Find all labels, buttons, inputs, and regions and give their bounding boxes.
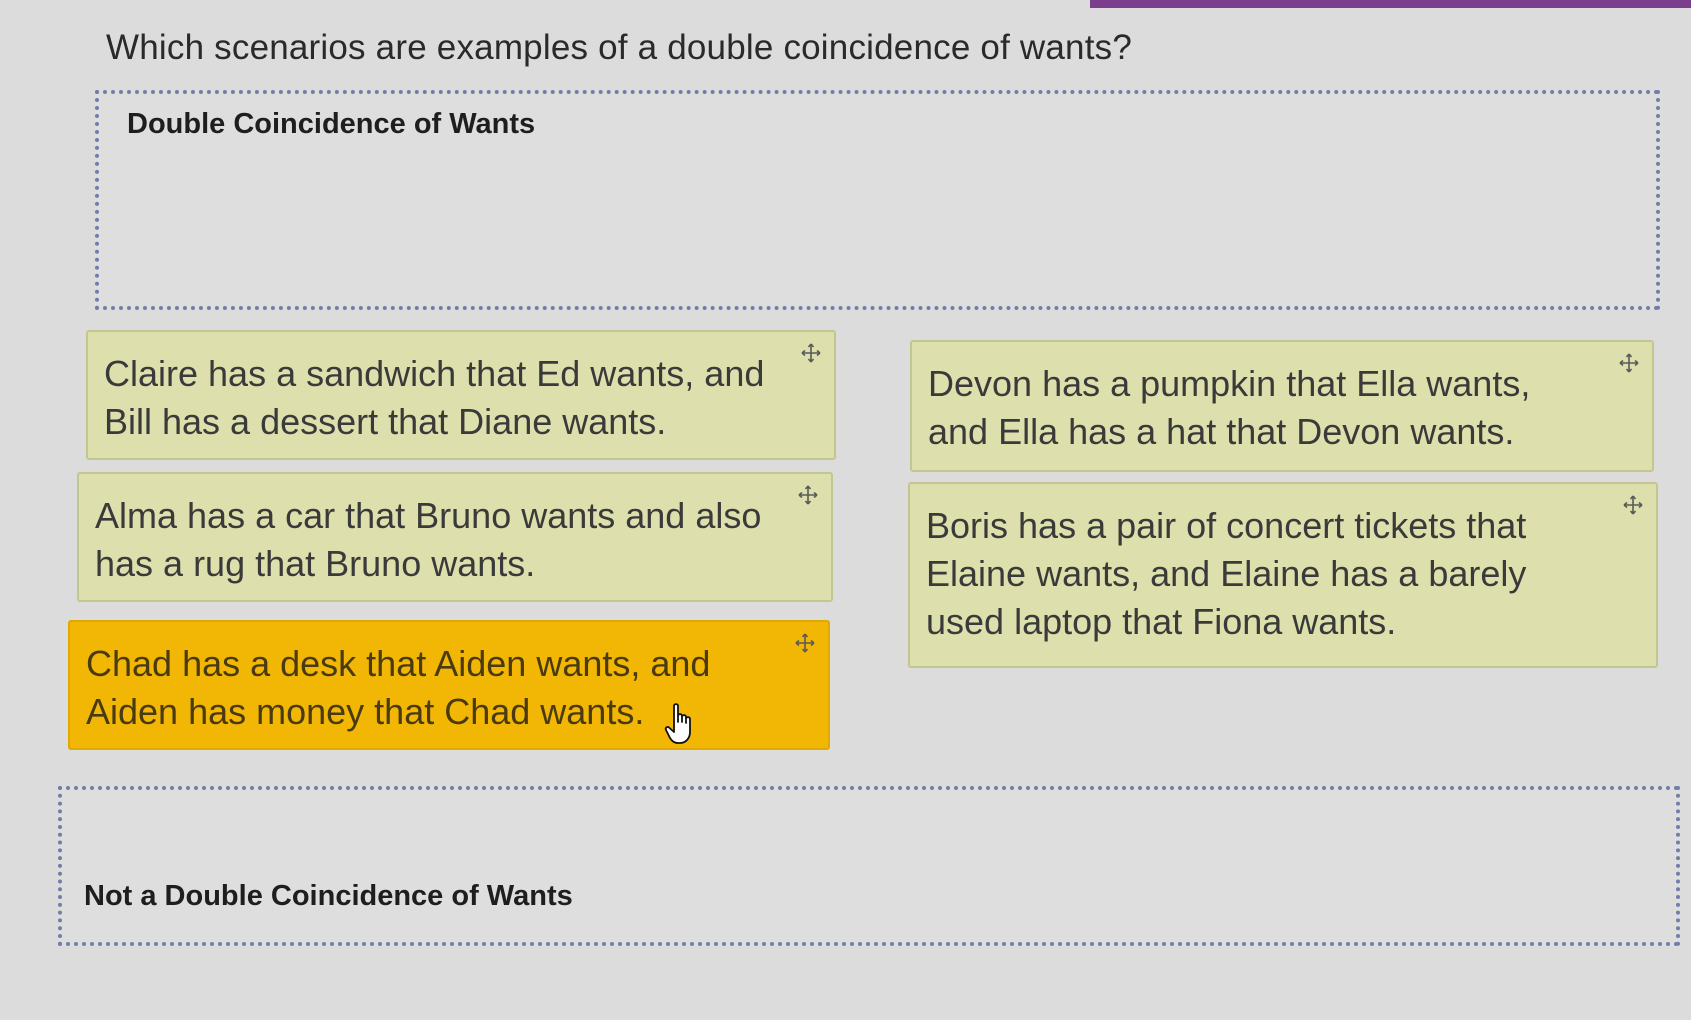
hand-pointer-icon bbox=[664, 702, 698, 746]
answer-card-grabbed[interactable]: Chad has a desk that Aiden wants, and Ai… bbox=[68, 620, 830, 750]
answer-card-text: Chad has a desk that Aiden wants, and Ai… bbox=[86, 643, 711, 732]
answer-card[interactable]: Devon has a pumpkin that Ella wants, and… bbox=[910, 340, 1654, 472]
move-icon[interactable] bbox=[800, 342, 822, 364]
answer-card-text: Alma has a car that Bruno wants and also… bbox=[95, 495, 762, 584]
answer-card[interactable]: Claire has a sandwich that Ed wants, and… bbox=[86, 330, 836, 460]
answer-card-text: Claire has a sandwich that Ed wants, and… bbox=[104, 353, 765, 442]
answer-card-text: Devon has a pumpkin that Ella wants, and… bbox=[928, 363, 1531, 452]
dropzone-not-double-coincidence[interactable]: Not a Double Coincidence of Wants bbox=[58, 786, 1680, 946]
move-icon[interactable] bbox=[794, 632, 816, 654]
dropzone-double-coincidence[interactable]: Double Coincidence of Wants bbox=[95, 90, 1660, 310]
dropzone-label: Double Coincidence of Wants bbox=[127, 108, 536, 140]
top-bar-gap bbox=[0, 0, 1090, 8]
move-icon[interactable] bbox=[1622, 494, 1644, 516]
dropzone-label: Not a Double Coincidence of Wants bbox=[84, 880, 573, 912]
move-icon[interactable] bbox=[1618, 352, 1640, 374]
move-icon[interactable] bbox=[797, 484, 819, 506]
answer-card-text: Boris has a pair of concert tickets that… bbox=[926, 505, 1527, 642]
answer-card[interactable]: Alma has a car that Bruno wants and also… bbox=[77, 472, 833, 602]
answer-card[interactable]: Boris has a pair of concert tickets that… bbox=[908, 482, 1658, 668]
question-prompt: Which scenarios are examples of a double… bbox=[106, 28, 1133, 67]
